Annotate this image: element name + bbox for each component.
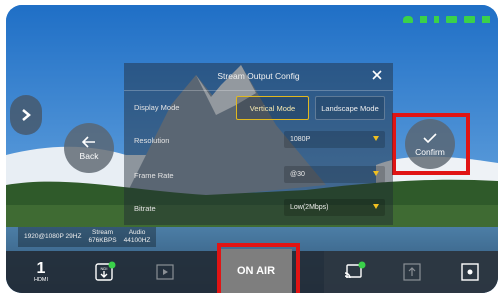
ndi-download-icon: NDI xyxy=(95,261,116,281)
sd-card-icon xyxy=(420,16,427,23)
record-button[interactable] xyxy=(456,251,484,293)
device-screen: Back Confirm Stream Output Config Displa… xyxy=(6,5,498,293)
status-bar xyxy=(403,16,490,23)
landscape-mode-option[interactable]: Landscape Mode xyxy=(315,96,385,120)
frame-rate-select[interactable]: @30 xyxy=(284,166,385,183)
resolution-label: Resolution xyxy=(134,136,170,145)
hdmi-input-button[interactable]: 1 HDMI xyxy=(24,251,58,293)
caret-down-icon xyxy=(373,136,379,141)
caret-down-icon xyxy=(373,204,379,209)
upload-button[interactable] xyxy=(398,251,426,293)
dialog-title: Stream Output Config xyxy=(217,71,300,81)
stream-output-config-dialog: Stream Output Config Display Mode Vertic… xyxy=(124,63,393,225)
record-icon xyxy=(461,263,479,281)
resolution-value: 1080P xyxy=(290,136,311,143)
cast-icon xyxy=(344,261,366,279)
play-icon xyxy=(156,264,174,280)
hdmi-number: 1 xyxy=(36,260,46,277)
output-controls-group xyxy=(324,251,498,293)
close-button[interactable] xyxy=(369,67,385,83)
power-icon xyxy=(482,16,490,23)
stream-info-strip: 1920@1080P 29HZ Stream 676KBPS Audio 441… xyxy=(18,227,157,247)
vertical-mode-option[interactable]: Vertical Mode xyxy=(236,96,309,120)
expand-panel-button[interactable] xyxy=(10,95,42,135)
upload-icon xyxy=(403,263,421,281)
arrow-left-icon xyxy=(82,135,95,148)
battery-icon-1 xyxy=(446,16,457,23)
display-mode-label: Display Mode xyxy=(134,103,180,112)
bluetooth-icon xyxy=(434,16,439,23)
video-format-text: 1920@1080P 29HZ xyxy=(24,233,82,240)
frame: Back Confirm Stream Output Config Displa… xyxy=(0,0,503,297)
battery-icon-2 xyxy=(464,16,475,23)
bitrate-label: Bitrate xyxy=(134,204,156,213)
ndi-button[interactable]: NDI xyxy=(90,251,120,293)
hdmi-label: HDMI xyxy=(33,277,49,283)
chevron-right-icon xyxy=(22,109,31,121)
close-icon xyxy=(372,70,382,80)
confirm-highlight-box xyxy=(392,113,470,175)
on-air-highlight-box xyxy=(217,243,300,293)
frame-rate-label: Frame Rate xyxy=(134,171,174,180)
dialog-divider xyxy=(124,90,393,91)
stream-bitrate-text: Stream 676KBPS xyxy=(88,229,117,244)
android-icon xyxy=(403,16,413,23)
resolution-select[interactable]: 1080P xyxy=(284,131,385,148)
bitrate-value: Low(2Mbps) xyxy=(290,204,329,211)
bitrate-select[interactable]: Low(2Mbps) xyxy=(284,199,385,216)
back-button[interactable]: Back xyxy=(64,123,114,173)
back-label: Back xyxy=(79,150,99,161)
caret-down-icon xyxy=(373,171,379,176)
playback-button[interactable] xyxy=(152,251,178,293)
cast-button[interactable] xyxy=(338,251,370,293)
frame-rate-value: @30 xyxy=(290,171,305,178)
audio-rate-text: Audio 44100HZ xyxy=(123,229,151,244)
ndi-label: NDI xyxy=(101,266,108,271)
